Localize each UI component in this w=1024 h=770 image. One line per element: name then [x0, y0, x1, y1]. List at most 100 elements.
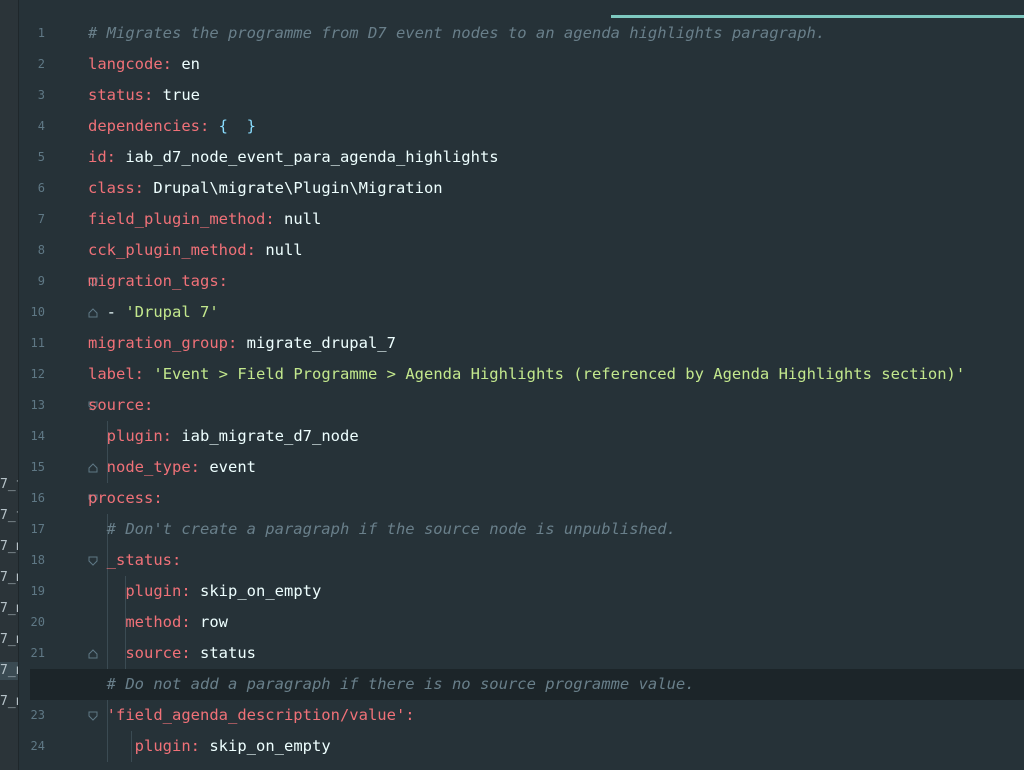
sidebar-file-item[interactable]: 7_n	[0, 569, 18, 587]
line-number: 17	[30, 522, 45, 536]
yaml-colon: :	[199, 117, 210, 135]
yaml-value: skip_on_empty	[200, 737, 331, 755]
yaml-value: Drupal\migrate\Plugin\Migration	[144, 179, 443, 197]
comment-text: # Don't create a paragraph if the source…	[106, 520, 676, 538]
comment-text: # Migrates the programme from D7 event n…	[88, 24, 826, 42]
line-number: 6	[37, 181, 45, 195]
yaml-key: field_plugin_method	[88, 210, 266, 228]
line-number: 8	[37, 243, 45, 257]
code-line[interactable]: - 'Drupal 7'	[88, 297, 1024, 328]
yaml-value: iab_migrate_d7_node	[172, 427, 359, 445]
yaml-value: true	[153, 86, 201, 104]
yaml-key: label	[88, 365, 135, 383]
line-number: 19	[30, 584, 45, 598]
yaml-key: plugin	[106, 427, 163, 445]
yaml-key: _status	[106, 551, 172, 569]
yaml-key: class	[88, 179, 135, 197]
yaml-value: status	[190, 644, 256, 662]
code-line[interactable]: _status:	[88, 545, 1024, 576]
sidebar-file-item[interactable]: 7_f	[0, 476, 18, 494]
line-number: 23	[30, 708, 45, 722]
yaml-value: migrate_drupal_7	[237, 334, 396, 352]
line-number: 4	[37, 119, 45, 133]
code-line[interactable]: source:	[88, 390, 1024, 421]
sidebar-file-item[interactable]: 7_n	[0, 600, 18, 618]
yaml-key: status	[88, 86, 144, 104]
yaml-colon: :	[144, 396, 154, 414]
sidebar-file-item[interactable]: 7_n	[0, 693, 18, 711]
code-line[interactable]: label: 'Event > Field Programme > Agenda…	[88, 359, 1024, 390]
line-number: 16	[30, 491, 45, 505]
yaml-key: source	[125, 644, 182, 662]
yaml-colon: :	[106, 148, 117, 166]
code-line[interactable]: plugin: skip_on_empty	[88, 731, 1024, 762]
code-line[interactable]: plugin: skip_on_empty	[88, 576, 1024, 607]
yaml-key: migration_group	[88, 334, 228, 352]
line-number: 11	[30, 336, 45, 350]
yaml-colon: :	[246, 241, 256, 259]
yaml-colon: :	[162, 427, 173, 445]
yaml-colon: :	[181, 644, 191, 662]
line-number: 5	[37, 150, 45, 164]
line-number-gutter[interactable]: 123456789101112131415161718192021222324	[19, 0, 98, 770]
yaml-value: event	[200, 458, 257, 476]
code-line[interactable]: node_type: event	[88, 452, 1024, 483]
code-line[interactable]: status: true	[88, 80, 1024, 111]
yaml-colon: :	[405, 706, 415, 724]
code-line[interactable]: field_plugin_method: null	[88, 204, 1024, 235]
yaml-colon: :	[134, 179, 145, 197]
yaml-colon: :	[162, 55, 172, 73]
yaml-value: null	[255, 241, 303, 259]
code-line[interactable]: migration_tags:	[88, 266, 1024, 297]
sidebar-file-item[interactable]: 7_n	[0, 631, 18, 649]
code-line[interactable]: source: status	[88, 638, 1024, 669]
line-number: 1	[37, 26, 45, 40]
sidebar-file-item[interactable]: 7_n	[0, 538, 18, 556]
code-line[interactable]: method: row	[88, 607, 1024, 638]
sidebar-file-item[interactable]: 7_f	[0, 507, 18, 525]
line-number: 3	[37, 88, 45, 102]
code-line[interactable]: class: Drupal\migrate\Plugin\Migration	[88, 173, 1024, 204]
code-line[interactable]: # Migrates the programme from D7 event n…	[88, 18, 1024, 49]
yaml-value: en	[172, 55, 200, 73]
yaml-value: null	[274, 210, 322, 228]
code-line[interactable]: id: iab_d7_node_event_para_agenda_highli…	[88, 142, 1024, 173]
code-line[interactable]: plugin: iab_migrate_d7_node	[88, 421, 1024, 452]
sidebar-file-item[interactable]: 7_n	[0, 662, 18, 680]
code-line[interactable]: process:	[88, 483, 1024, 514]
yaml-colon: :	[218, 272, 228, 290]
line-number: 13	[30, 398, 45, 412]
code-editor[interactable]: # Migrates the programme from D7 event n…	[30, 0, 1024, 770]
code-line[interactable]: dependencies: { }	[88, 111, 1024, 142]
yaml-colon: :	[265, 210, 275, 228]
code-line[interactable]: langcode: en	[88, 49, 1024, 80]
list-dash: -	[106, 303, 126, 321]
yaml-key: migration_tags	[88, 272, 219, 290]
code-line[interactable]: migration_group: migrate_drupal_7	[88, 328, 1024, 359]
yaml-colon: :	[181, 582, 191, 600]
yaml-colon: :	[172, 551, 182, 569]
line-number: 12	[30, 367, 45, 381]
line-number: 14	[30, 429, 45, 443]
yaml-value: row	[190, 613, 228, 631]
code-line[interactable]: 'field_agenda_description/value':	[88, 700, 1024, 731]
yaml-value	[144, 365, 153, 383]
code-line[interactable]: cck_plugin_method: null	[88, 235, 1024, 266]
yaml-colon: :	[134, 365, 145, 383]
yaml-colon: :	[227, 334, 238, 352]
yaml-braces: { }	[209, 117, 256, 135]
code-line[interactable]: # Do not add a paragraph if there is no …	[30, 669, 1024, 700]
project-sidebar[interactable]: 7_f 7_f 7_n 7_n 7_n 7_n 7_n 7_n	[0, 0, 19, 770]
code-line[interactable]: # Don't create a paragraph if the source…	[88, 514, 1024, 545]
yaml-key: 'field_agenda_description/value'	[106, 706, 406, 724]
yaml-string: 'Drupal 7'	[125, 303, 219, 321]
line-number: 10	[30, 305, 45, 319]
